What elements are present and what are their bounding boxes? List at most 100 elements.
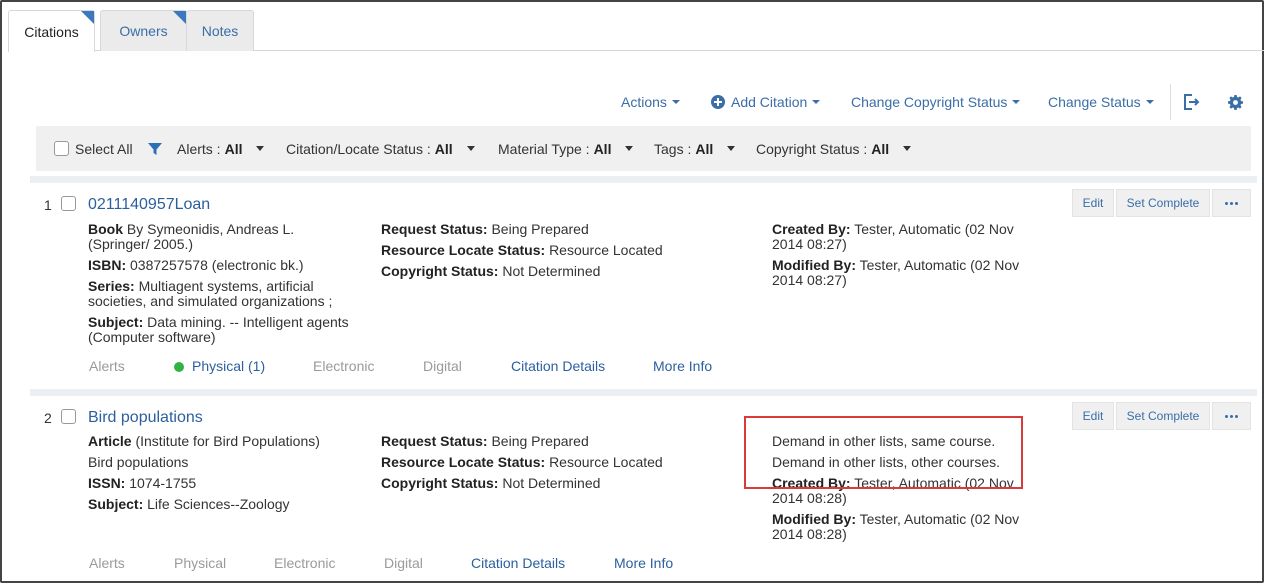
request-status-label: Request Status:	[381, 433, 488, 449]
citation-details-column: Book By Symeonidis, Andreas L. (Springer…	[88, 222, 353, 351]
subject-label: Subject:	[88, 314, 144, 330]
material-type-filter-value: All	[593, 140, 612, 157]
available-status-icon	[174, 362, 184, 372]
add-citation-menu[interactable]: Add Citation	[711, 94, 821, 110]
chevron-down-icon	[671, 100, 680, 104]
chevron-down-icon	[903, 146, 912, 151]
row-checkbox[interactable]	[61, 196, 76, 211]
ellipsis-icon	[1225, 201, 1238, 205]
more-actions-button[interactable]	[1212, 402, 1251, 430]
row-separator	[30, 389, 1257, 396]
row-checkbox[interactable]	[61, 409, 76, 424]
edit-label: Edit	[1082, 196, 1104, 210]
edit-button[interactable]: Edit	[1072, 189, 1114, 217]
locate-status-value: Resource Located	[549, 242, 663, 258]
row-number: 1	[44, 197, 52, 213]
set-complete-label: Set Complete	[1126, 409, 1200, 423]
copyright-status-filter-label: Copyright Status :	[756, 140, 868, 157]
copyright-status-filter-value: All	[871, 140, 890, 157]
copyright-status-label: Copyright Status:	[381, 475, 499, 491]
tags-filter[interactable]: Tags : All	[654, 126, 736, 171]
filter-icon	[148, 142, 162, 155]
flag-corner-icon	[173, 11, 186, 24]
created-by-label: Created By:	[772, 221, 851, 237]
digital-tab: Digital	[384, 555, 423, 571]
material-type-filter-label: Material Type :	[498, 140, 590, 157]
export-button[interactable]	[1183, 94, 1200, 110]
citation-details-link[interactable]: Citation Details	[511, 358, 605, 374]
chevron-down-icon	[466, 146, 475, 151]
toolbar-divider	[1170, 84, 1171, 120]
more-info-link[interactable]: More Info	[614, 555, 673, 571]
audit-column: Created By: Tester, Automatic (02 Nov 20…	[772, 222, 1032, 294]
citation-status-filter-label: Citation/Locate Status :	[286, 140, 431, 157]
citation-title-link[interactable]: 0211140957Loan	[88, 196, 210, 214]
more-actions-button[interactable]	[1212, 189, 1251, 217]
alerts-tab: Alerts	[89, 358, 125, 374]
citation-details-link[interactable]: Citation Details	[471, 555, 565, 571]
type-label: Article	[88, 433, 132, 449]
set-complete-button[interactable]: Set Complete	[1116, 189, 1210, 217]
ellipsis-icon	[1225, 414, 1238, 418]
physical-tab[interactable]: Physical (1)	[174, 358, 265, 374]
alerts-filter[interactable]: Alerts : All	[177, 126, 265, 171]
filter-icon-button[interactable]	[148, 126, 162, 171]
row-separator	[30, 176, 1257, 183]
citation-details-column: Article (Institute for Bird Populations)…	[88, 434, 353, 518]
tab-owners[interactable]: Owners	[100, 10, 187, 51]
checkbox[interactable]	[54, 141, 69, 156]
gear-icon	[1228, 95, 1243, 110]
more-info-link[interactable]: More Info	[653, 358, 712, 374]
copyright-status-filter[interactable]: Copyright Status : All	[756, 126, 912, 171]
journal-title: Bird populations	[88, 454, 189, 470]
tab-bar: Citations Owners Notes	[8, 10, 1264, 52]
change-status-label: Change Status	[1048, 94, 1141, 110]
edit-button[interactable]: Edit	[1072, 402, 1114, 430]
physical-label: Physical (1)	[192, 358, 266, 374]
electronic-tab: Electronic	[313, 358, 375, 374]
copyright-status-label: Copyright Status:	[381, 263, 499, 279]
chevron-down-icon	[625, 146, 634, 151]
request-status-value: Being Prepared	[491, 433, 589, 449]
issn-label: ISSN:	[88, 475, 126, 491]
change-copyright-status-menu[interactable]: Change Copyright Status	[851, 94, 1021, 110]
citation-status-filter[interactable]: Citation/Locate Status : All	[286, 126, 475, 171]
chevron-down-icon	[727, 146, 736, 151]
locate-status-value: Resource Located	[549, 454, 663, 470]
type-info: (Institute for Bird Populations)	[135, 433, 320, 449]
physical-tab: Physical	[174, 555, 227, 571]
tab-citations[interactable]: Citations	[8, 10, 95, 52]
chevron-down-icon	[1012, 100, 1021, 104]
alerts-tab: Alerts	[89, 555, 125, 571]
chevron-down-icon	[812, 100, 821, 104]
settings-button[interactable]	[1228, 95, 1243, 110]
tags-filter-value: All	[695, 140, 714, 157]
export-icon	[1184, 94, 1200, 110]
plus-circle-icon	[711, 95, 725, 109]
request-status-value: Being Prepared	[491, 221, 589, 237]
digital-tab: Digital	[423, 358, 462, 374]
set-complete-label: Set Complete	[1126, 196, 1200, 210]
change-status-menu[interactable]: Change Status	[1048, 94, 1154, 110]
series-label: Series:	[88, 278, 135, 294]
copyright-status-value: Not Determined	[502, 475, 601, 491]
actions-menu[interactable]: Actions	[621, 94, 680, 110]
modified-by-label: Modified By:	[772, 511, 856, 527]
type-label: Book	[88, 221, 123, 237]
subject-label: Subject:	[88, 496, 144, 512]
actions-label: Actions	[621, 94, 667, 110]
select-all-checkbox[interactable]: Select All	[54, 126, 133, 171]
status-column: Request Status: Being Prepared Resource …	[381, 434, 721, 497]
tab-label: Citations	[24, 23, 79, 40]
tab-label: Owners	[119, 23, 168, 39]
citation-title-link[interactable]: Bird populations	[88, 409, 203, 427]
material-type-filter[interactable]: Material Type : All	[498, 126, 634, 171]
add-citation-label: Add Citation	[731, 94, 808, 110]
filter-bar: Select All Alerts : All Citation/Locate …	[36, 126, 1251, 171]
demand-highlight-box	[744, 416, 1023, 489]
locate-status-label: Resource Locate Status:	[381, 454, 546, 470]
set-complete-button[interactable]: Set Complete	[1116, 402, 1210, 430]
isbn-label: ISBN:	[88, 257, 127, 273]
citation-status-filter-value: All	[434, 140, 453, 157]
tab-notes[interactable]: Notes	[186, 10, 254, 51]
